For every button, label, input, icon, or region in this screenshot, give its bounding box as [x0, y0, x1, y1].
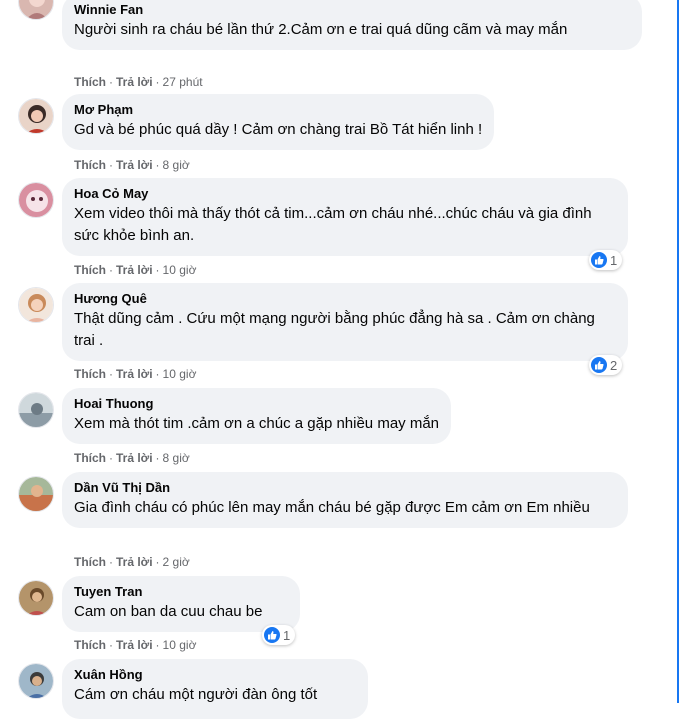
reply-button[interactable]: Trả lời: [116, 75, 153, 89]
reaction-number: 2: [610, 357, 618, 373]
separator: ·: [109, 555, 113, 569]
reply-button[interactable]: Trả lời: [116, 367, 153, 381]
reaction-number: 1: [283, 627, 291, 643]
comment-bubble: Xuân Hồng Cám ơn cháu một người đàn ông …: [62, 659, 368, 719]
thumbs-up-icon: [591, 357, 607, 373]
reaction-count[interactable]: 1: [589, 250, 623, 270]
thumbs-up-icon: [591, 252, 607, 268]
comment-actions: Thích · Trả lời · 27 phút: [74, 74, 203, 90]
separator: ·: [155, 555, 160, 569]
comment-author[interactable]: Hoa Cỏ May: [74, 186, 616, 202]
comment-author[interactable]: Xuân Hồng: [74, 667, 356, 683]
like-button[interactable]: Thích: [74, 263, 106, 277]
comment-text: Xem video thôi mà thấy thót cả tim...cảm…: [74, 205, 592, 244]
separator: ·: [155, 263, 160, 277]
comment-author[interactable]: Winnie Fan: [74, 2, 630, 18]
avatar[interactable]: [18, 392, 54, 428]
comment-time[interactable]: 8 giờ: [163, 451, 190, 465]
comment-time[interactable]: 10 giờ: [163, 263, 197, 277]
reaction-count[interactable]: 2: [589, 355, 623, 375]
thumbs-up-icon: [264, 627, 280, 643]
comment-author[interactable]: Hoai Thuong: [74, 396, 439, 412]
reaction-count[interactable]: 1: [262, 625, 296, 645]
separator: ·: [109, 263, 113, 277]
comment-bubble: Tuyen Tran Cam on ban da cuu chau be: [62, 576, 300, 632]
reply-button[interactable]: Trả lời: [116, 158, 153, 172]
comment-time[interactable]: 2 giờ: [163, 555, 190, 569]
comment-time[interactable]: 8 giờ: [163, 158, 190, 172]
separator: ·: [109, 638, 113, 652]
reply-button[interactable]: Trả lời: [116, 451, 153, 465]
separator: ·: [155, 158, 160, 172]
like-button[interactable]: Thích: [74, 451, 106, 465]
comment-text: Gia đình cháu có phúc lên may mắn cháu b…: [74, 499, 590, 516]
like-button[interactable]: Thích: [74, 638, 106, 652]
comment-actions: Thích · Trả lời · 10 giờ: [74, 366, 196, 382]
comment-bubble: Winnie Fan Người sinh ra cháu bé lần thứ…: [62, 0, 642, 50]
comment-actions: Thích · Trả lời · 8 giờ: [74, 157, 190, 173]
comment-bubble: Hương Quê Thật dũng cảm . Cứu một mạng n…: [62, 283, 628, 361]
separator: ·: [155, 638, 160, 652]
comment-author[interactable]: Hương Quê: [74, 291, 616, 307]
comment-text: Thật dũng cảm . Cứu một mạng người bằng …: [74, 310, 595, 349]
comment-time[interactable]: 10 giờ: [163, 367, 197, 381]
comment-text: Cam on ban da cuu chau be: [74, 603, 263, 620]
comment-bubble: Dần Vũ Thị Dần Gia đình cháu có phúc lên…: [62, 472, 628, 528]
comment-author[interactable]: Dần Vũ Thị Dần: [74, 480, 616, 496]
comment-time[interactable]: 10 giờ: [163, 638, 197, 652]
comment-text: Xem mà thót tim .cảm ơn a chúc a gặp nhi…: [74, 415, 440, 432]
like-button[interactable]: Thích: [74, 158, 106, 172]
separator: ·: [109, 367, 113, 381]
comment-actions: Thích · Trả lời · 2 giờ: [74, 554, 190, 570]
comment-bubble: Mơ Phạm Gd và bé phúc quá dầy ! Cảm ơn c…: [62, 94, 495, 150]
separator: ·: [155, 451, 160, 465]
avatar[interactable]: [18, 182, 54, 218]
separator: ·: [109, 158, 113, 172]
like-button[interactable]: Thích: [74, 75, 106, 89]
like-button[interactable]: Thích: [74, 555, 106, 569]
comment-bubble: Hoa Cỏ May Xem video thôi mà thấy thót c…: [62, 178, 628, 256]
avatar[interactable]: [18, 98, 54, 134]
comment-text: Người sinh ra cháu bé lần thứ 2.Cảm ơn e…: [74, 21, 568, 38]
separator: ·: [109, 451, 113, 465]
comment-actions: Thích · Trả lời · 10 giờ: [74, 637, 196, 653]
reply-button[interactable]: Trả lời: [116, 263, 153, 277]
reaction-number: 1: [610, 252, 618, 268]
comment-actions: Thích · Trả lời · 10 giờ: [74, 262, 196, 278]
comment-text: Gd và bé phúc quá dầy ! Cảm ơn chàng tra…: [74, 121, 483, 138]
avatar[interactable]: [18, 580, 54, 616]
avatar[interactable]: [18, 0, 54, 20]
avatar[interactable]: [18, 663, 54, 699]
comment-bubble: Hoai Thuong Xem mà thót tim .cảm ơn a ch…: [62, 388, 452, 444]
reply-button[interactable]: Trả lời: [116, 555, 153, 569]
comment-time[interactable]: 27 phút: [163, 75, 203, 89]
reply-button[interactable]: Trả lời: [116, 638, 153, 652]
separator: ·: [109, 75, 113, 89]
separator: ·: [155, 75, 160, 89]
avatar[interactable]: [18, 476, 54, 512]
comment-author[interactable]: Tuyen Tran: [74, 584, 288, 600]
comment-author[interactable]: Mơ Phạm: [74, 102, 482, 118]
avatar[interactable]: [18, 287, 54, 323]
separator: ·: [155, 367, 160, 381]
like-button[interactable]: Thích: [74, 367, 106, 381]
comment-actions: Thích · Trả lời · 8 giờ: [74, 450, 190, 466]
